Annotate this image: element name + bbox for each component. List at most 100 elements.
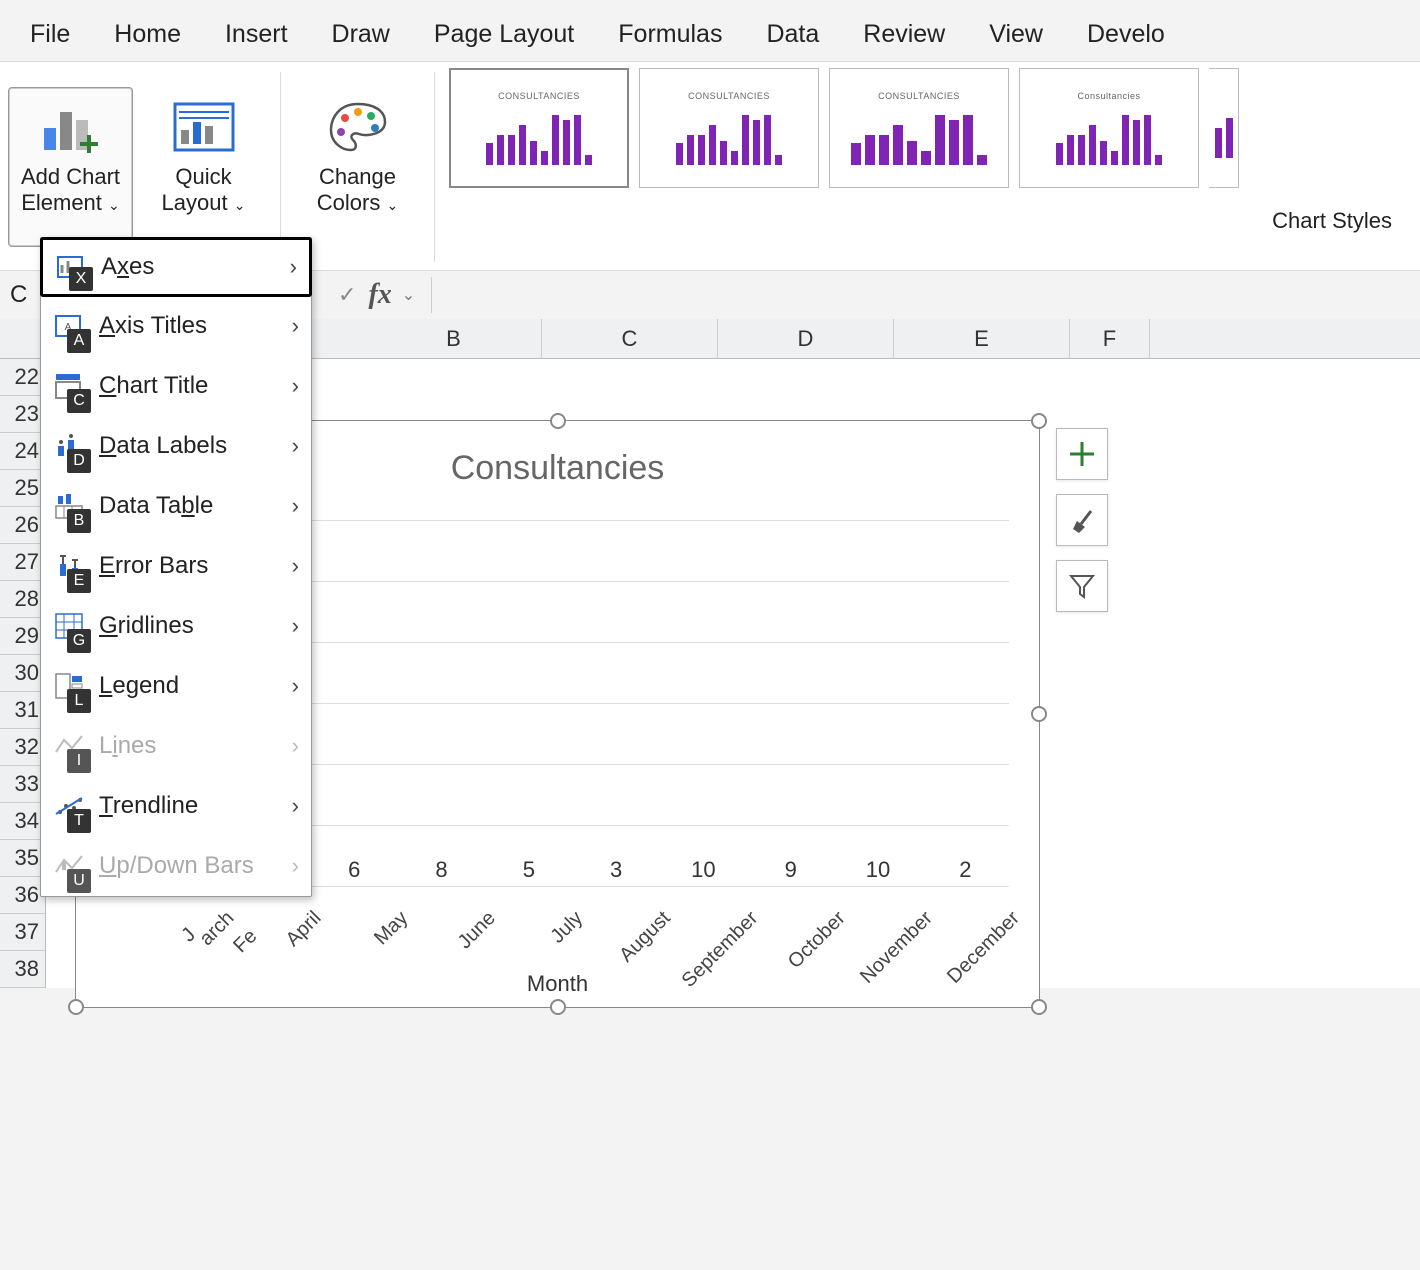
row-header[interactable]: 37	[0, 914, 45, 951]
tab-draw[interactable]: Draw	[332, 20, 390, 49]
chevron-down-icon[interactable]: ⌄	[402, 285, 415, 305]
menu-item-axis-titles[interactable]: AAAxis Titles›	[41, 296, 311, 356]
row-header[interactable]: 35	[0, 840, 45, 877]
check-icon[interactable]: ✓	[338, 282, 356, 308]
tab-insert[interactable]: Insert	[225, 20, 288, 49]
chevron-right-icon: ›	[292, 613, 299, 639]
group-change-colors: Change Colors ⌄	[295, 68, 420, 266]
fx-label[interactable]: fx	[368, 279, 391, 311]
menu-item-legend[interactable]: LLegend›	[41, 656, 311, 716]
chart-style-thumb-4[interactable]: Consultancies	[1019, 68, 1199, 188]
group-chart-styles: CONSULTANCIES CONSULTANCIES CONSULTANCIE…	[449, 68, 1412, 266]
chart-styles-button[interactable]	[1056, 494, 1108, 546]
tab-developer[interactable]: Develo	[1087, 20, 1165, 49]
menu-item-axes[interactable]: XAxes›	[40, 237, 312, 297]
chart-filters-button[interactable]	[1056, 560, 1108, 612]
data-label: 3	[586, 857, 646, 883]
tab-formulas[interactable]: Formulas	[618, 20, 722, 49]
chevron-right-icon: ›	[292, 373, 299, 399]
row-header[interactable]: 29	[0, 618, 45, 655]
tab-review[interactable]: Review	[863, 20, 945, 49]
keytip-badge: U	[67, 869, 91, 893]
row-header[interactable]: 22	[0, 359, 45, 396]
name-box[interactable]: C	[4, 281, 26, 309]
row-header[interactable]: 34	[0, 803, 45, 840]
data-label: 6	[324, 857, 384, 883]
keytip-badge: C	[67, 389, 91, 413]
row-header[interactable]: 32	[0, 729, 45, 766]
change-colors-button[interactable]: Change Colors ⌄	[295, 87, 420, 247]
tab-home[interactable]: Home	[114, 20, 181, 49]
menu-item-data-table[interactable]: BData Table›	[41, 476, 311, 536]
plus-icon	[1067, 439, 1097, 469]
menu-item-gridlines[interactable]: GGridlines›	[41, 596, 311, 656]
resize-handle[interactable]	[1031, 413, 1047, 429]
chevron-right-icon: ›	[292, 433, 299, 459]
menu-item-trendline[interactable]: TTrendline›	[41, 776, 311, 836]
chevron-right-icon: ›	[292, 733, 299, 759]
row-header[interactable]: 31	[0, 692, 45, 729]
menu-item-data-labels[interactable]: DData Labels›	[41, 416, 311, 476]
resize-handle[interactable]	[1031, 999, 1047, 1015]
resize-handle[interactable]	[1031, 706, 1047, 722]
col-header[interactable]: C	[542, 319, 718, 358]
chart-elements-button[interactable]	[1056, 428, 1108, 480]
tab-view[interactable]: View	[989, 20, 1043, 49]
menu-item-label: Axis Titles	[91, 312, 292, 340]
ribbon-tabs: File Home Insert Draw Page Layout Formul…	[0, 0, 1420, 61]
col-header[interactable]: F	[1070, 319, 1150, 358]
menu-item-label: Axes	[93, 253, 290, 281]
col-header[interactable]: E	[894, 319, 1070, 358]
keytip-badge: G	[67, 629, 91, 653]
x-axis-title[interactable]: Month	[76, 971, 1039, 997]
menu-item-label: Lines	[91, 732, 292, 760]
chevron-right-icon: ›	[292, 313, 299, 339]
quick-layout-button[interactable]: Quick Layout ⌄	[141, 87, 266, 247]
col-header[interactable]: B	[366, 319, 542, 358]
chart-style-thumb-more[interactable]	[1209, 68, 1239, 188]
keytip-badge: I	[67, 749, 91, 773]
data-label: 5	[499, 857, 559, 883]
row-header[interactable]: 25	[0, 470, 45, 507]
row-header[interactable]: 33	[0, 766, 45, 803]
chevron-right-icon: ›	[292, 793, 299, 819]
menu-item-label: Error Bars	[91, 552, 292, 580]
menu-item-error-bars[interactable]: EError Bars›	[41, 536, 311, 596]
chart-style-thumb-3[interactable]: CONSULTANCIES	[829, 68, 1009, 188]
menu-item-label: Data Table	[91, 492, 292, 520]
menu-item-label: Chart Title	[91, 372, 292, 400]
menu-item-chart-title[interactable]: CChart Title›	[41, 356, 311, 416]
keytip-badge: A	[67, 329, 91, 353]
chevron-right-icon: ›	[290, 254, 297, 280]
row-header[interactable]: 27	[0, 544, 45, 581]
menu-item-up-down-bars: UUp/Down Bars›	[41, 836, 311, 896]
row-header[interactable]: 28	[0, 581, 45, 618]
quick-layout-label: Quick Layout ⌄	[162, 164, 246, 217]
keytip-badge: L	[67, 689, 91, 713]
menu-item-lines: ILines›	[41, 716, 311, 776]
menu-item-label: Data Labels	[91, 432, 292, 460]
change-colors-label: Change Colors ⌄	[317, 164, 398, 217]
row-header[interactable]: 30	[0, 655, 45, 692]
data-label: 10	[848, 857, 908, 883]
add-chart-element-button[interactable]: Add Chart Element ⌄	[8, 87, 133, 247]
row-header[interactable]: 36	[0, 877, 45, 914]
resize-handle[interactable]	[550, 413, 566, 429]
quick-layout-icon	[169, 92, 239, 162]
row-header[interactable]: 23	[0, 396, 45, 433]
chart-style-thumb-1[interactable]: CONSULTANCIES	[449, 68, 629, 188]
tab-file[interactable]: File	[30, 20, 70, 49]
resize-handle[interactable]	[68, 999, 84, 1015]
col-header[interactable]: D	[718, 319, 894, 358]
tab-page-layout[interactable]: Page Layout	[434, 20, 574, 49]
row-header[interactable]: 26	[0, 507, 45, 544]
formula-input[interactable]	[431, 277, 1420, 313]
x-tick-label: December	[943, 907, 1051, 1015]
menu-item-label: Up/Down Bars	[91, 852, 292, 880]
row-header[interactable]: 24	[0, 433, 45, 470]
row-header[interactable]: 38	[0, 951, 45, 988]
resize-handle[interactable]	[550, 999, 566, 1015]
add-chart-element-icon	[36, 92, 106, 162]
tab-data[interactable]: Data	[766, 20, 819, 49]
chart-style-thumb-2[interactable]: CONSULTANCIES	[639, 68, 819, 188]
